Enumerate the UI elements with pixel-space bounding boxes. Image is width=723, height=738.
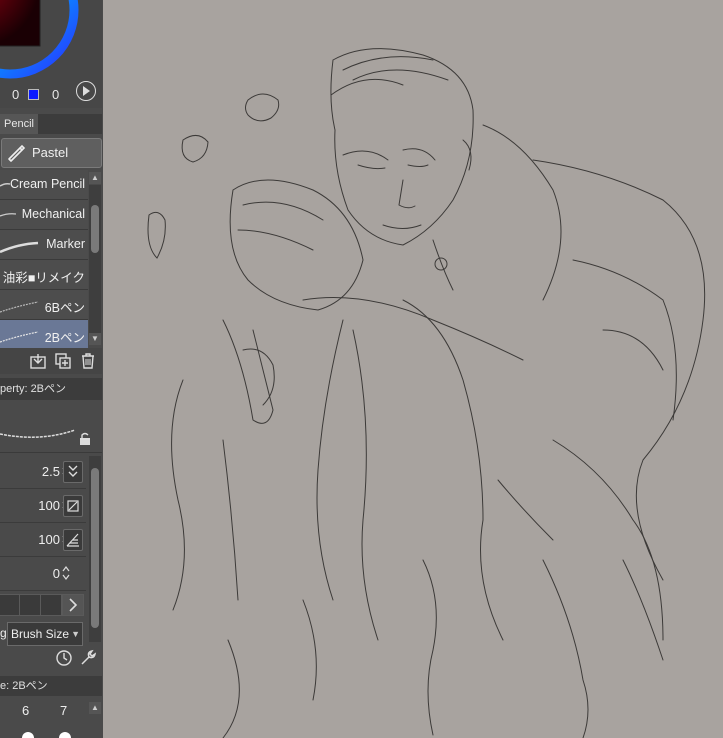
value-row: 0 xyxy=(0,558,86,591)
color-wheel-panel: 0 0 xyxy=(0,0,102,108)
pastel-icon xyxy=(8,144,26,162)
scroll-up-icon[interactable]: ▲ xyxy=(89,172,101,184)
chevron-right-icon[interactable] xyxy=(62,594,84,616)
brush-preview xyxy=(0,404,102,453)
size-label: 7 xyxy=(60,703,68,718)
drawing-canvas[interactable] xyxy=(103,0,723,738)
brush-stroke-preview xyxy=(0,213,16,217)
scroll-thumb[interactable] xyxy=(91,205,99,253)
scroll-up-icon[interactable]: ▲ xyxy=(89,702,101,714)
brush-item-cream-pencil[interactable]: Cream Pencil xyxy=(0,170,88,200)
cell[interactable] xyxy=(40,594,62,616)
brush-size-row: 2.5 xyxy=(0,456,86,489)
sub-tool-tab-bar: Pencil xyxy=(0,114,102,134)
tool-property-title: perty: 2Bペン xyxy=(0,378,102,400)
brush-label: Mechanical xyxy=(21,207,85,221)
color-value-right: 0 xyxy=(52,87,60,102)
cell[interactable] xyxy=(0,594,20,616)
density-value[interactable]: 100 xyxy=(38,532,60,547)
pressure-icon[interactable] xyxy=(63,461,83,483)
brush-size-select[interactable]: Brush Size ▼ xyxy=(7,622,83,646)
density-row: 100 xyxy=(0,524,86,557)
brush-size-select-label: Brush Size xyxy=(11,627,70,641)
brush-item-mechanical[interactable]: Mechanical xyxy=(0,200,88,230)
cell-row xyxy=(0,592,86,616)
opacity-value[interactable]: 100 xyxy=(38,498,60,513)
left-panel: 0 0 Pencil Pastel Cream Pencil Mechanica… xyxy=(0,0,104,738)
brush-action-bar xyxy=(0,348,102,374)
chevron-down-icon: ▼ xyxy=(71,629,80,639)
brush-item-6b-pen[interactable]: 6Bペン xyxy=(0,290,88,320)
brush-list: Cream Pencil Mechanical Marker 油彩■リメイク 6… xyxy=(0,170,88,350)
density-icon[interactable] xyxy=(63,529,83,551)
spin-icon[interactable] xyxy=(62,565,70,581)
pastel-button[interactable]: Pastel xyxy=(1,138,102,168)
brush-label: Marker xyxy=(46,237,85,251)
scroll-down-icon[interactable]: ▼ xyxy=(89,333,101,345)
brush-label: 2Bペン xyxy=(44,331,85,345)
lock-icon[interactable] xyxy=(78,432,92,446)
color-value-left: 0 xyxy=(12,87,20,102)
pastel-label: Pastel xyxy=(32,145,69,160)
brush-stroke-preview xyxy=(0,301,39,313)
duplicate-icon[interactable] xyxy=(54,352,72,370)
brush-item-2b-pen[interactable]: 2Bペン xyxy=(0,320,88,350)
property-scrollbar[interactable] xyxy=(89,456,101,642)
reset-icon[interactable] xyxy=(55,649,73,667)
size-dot[interactable] xyxy=(22,732,34,738)
brush-list-scrollbar[interactable] xyxy=(89,185,101,333)
brush-stroke-preview xyxy=(0,241,39,254)
tab-pencil[interactable]: Pencil xyxy=(0,114,38,134)
cell[interactable] xyxy=(19,594,41,616)
scroll-thumb[interactable] xyxy=(91,468,99,628)
brush-item-oil-remake[interactable]: 油彩■リメイク xyxy=(0,260,88,290)
brush-size-value[interactable]: 2.5 xyxy=(42,464,60,479)
brush-item-marker[interactable]: Marker xyxy=(0,230,88,260)
row-value[interactable]: 0 xyxy=(53,566,60,581)
play-icon[interactable] xyxy=(76,81,96,101)
opacity-row: 100 xyxy=(0,490,86,523)
brush-label: 6Bペン xyxy=(44,301,85,315)
opacity-icon[interactable] xyxy=(63,495,83,517)
brush-label: Cream Pencil xyxy=(9,177,85,191)
size-label: 6 xyxy=(22,703,30,718)
sketch-artwork xyxy=(147,48,706,738)
size-dot[interactable] xyxy=(59,732,71,738)
trash-icon[interactable] xyxy=(79,352,97,370)
wrench-icon[interactable] xyxy=(79,649,97,667)
select-prefix: g xyxy=(0,626,7,640)
brush-size-panel-title: e: 2Bペン xyxy=(0,676,102,696)
brush-stroke-preview xyxy=(0,183,10,187)
import-icon[interactable] xyxy=(29,352,47,370)
brush-stroke-preview xyxy=(0,331,39,343)
blue-swatch[interactable] xyxy=(28,89,39,100)
brush-label: 油彩■リメイク xyxy=(2,271,85,285)
